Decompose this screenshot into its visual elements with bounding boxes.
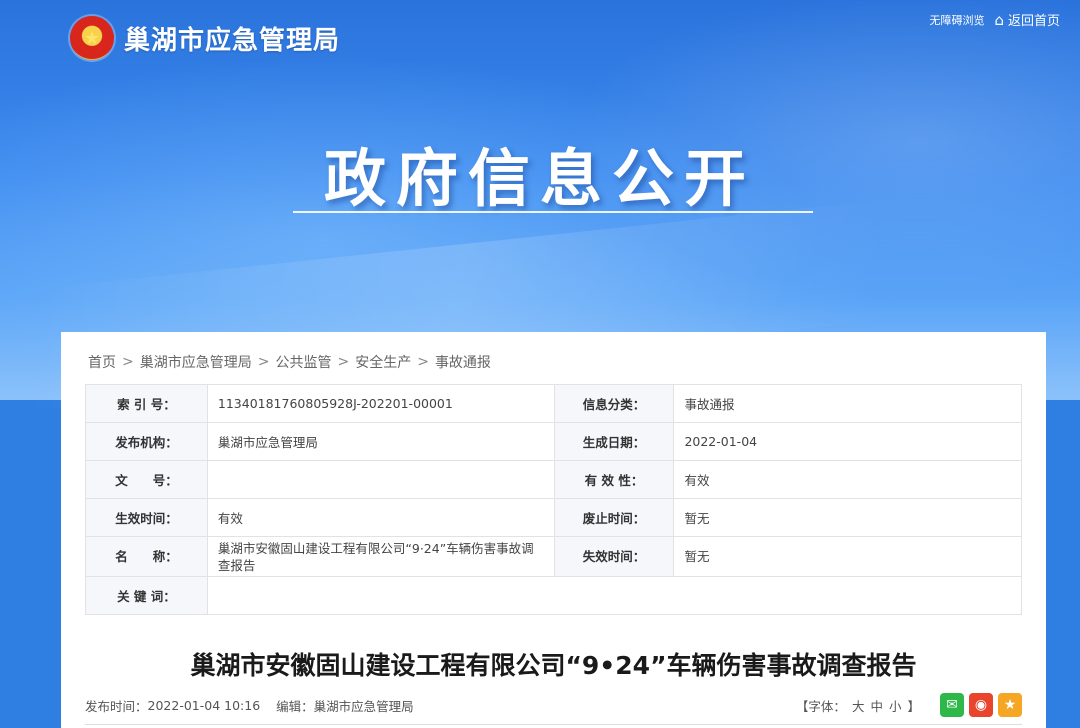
home-icon: ⌂ [994, 10, 1004, 29]
table-row: 文 号： 有 效 性： 有效 [85, 460, 1022, 499]
breadcrumb-bureau[interactable]: 巢湖市应急管理局 [140, 352, 252, 372]
breadcrumb-public-supervision[interactable]: 公共监管 [275, 352, 331, 372]
effective-time-label: 生效时间： [85, 498, 208, 537]
table-row: 名 称： 巢湖市安徽固山建设工程有限公司“9·24”车辆伤害事故调查报告 失效时… [85, 536, 1022, 577]
effective-time-value: 有效 [206, 498, 555, 537]
breadcrumb-accident-report[interactable]: 事故通报 [435, 352, 491, 372]
article-title: 巢湖市安徽固山建设工程有限公司“9•24”车辆伤害事故调查报告 [190, 651, 917, 680]
publisher-value: 巢湖市应急管理局 [206, 422, 555, 461]
font-size-bracket: 】 [907, 698, 920, 714]
publish-time-label: 发布时间： [85, 698, 148, 714]
accessible-browse-link[interactable]: 无障碍浏览 [929, 12, 984, 28]
table-row: 关 键 词： [85, 576, 1023, 615]
title-name-label: 名 称： [85, 536, 208, 577]
index-value: 11340181760805928J-202201-00001 [206, 384, 555, 423]
breadcrumb-separator: > [257, 354, 270, 370]
breadcrumb-separator: > [337, 354, 350, 370]
breadcrumb-separator: > [122, 354, 134, 370]
share-buttons: ✉ ◉ ★ [935, 693, 1022, 717]
keywords-value [206, 576, 1023, 615]
home-link-label: 返回首页 [1007, 14, 1060, 29]
doc-number-value [206, 460, 555, 499]
font-size-control: 【字体： 大 中 小 】 [793, 696, 923, 715]
validity-value: 有效 [673, 460, 1022, 499]
expire-time-value: 暂无 [673, 536, 1022, 577]
table-row: 生效时间： 有效 废止时间： 暂无 [85, 498, 1022, 537]
star-icon[interactable]: ★ [998, 693, 1022, 717]
home-link[interactable]: ⌂ 返回首页 [994, 10, 1060, 30]
breadcrumb: 首页 > 巢湖市应急管理局 > 公共监管 > 安全生产 > 事故通报 [88, 352, 491, 372]
info-metadata-table: 索 引 号： 11340181760805928J-202201-00001 信… [85, 384, 1023, 615]
site-logo[interactable]: ★ 巢湖市应急管理局 [70, 16, 340, 60]
font-small-button[interactable]: 小 [889, 696, 902, 715]
category-value: 事故通报 [673, 384, 1022, 423]
font-large-button[interactable]: 大 [852, 696, 865, 715]
font-medium-button[interactable]: 中 [870, 696, 883, 715]
banner-title: 政府信息公开 [323, 142, 756, 215]
title-name-value: 巢湖市安徽固山建设工程有限公司“9·24”车辆伤害事故调查报告 [206, 536, 555, 577]
breadcrumb-home[interactable]: 首页 [88, 352, 116, 372]
top-links: 无障碍浏览 ⌂ 返回首页 [929, 10, 1060, 30]
validity-label: 有 效 性： [553, 460, 675, 499]
publish-time-value: 2022-01-04 10:16 [147, 697, 261, 713]
created-date-value: 2022-01-04 [673, 422, 1022, 461]
content-panel: 首页 > 巢湖市应急管理局 > 公共监管 > 安全生产 > 事故通报 索 引 号… [61, 332, 1046, 728]
weibo-icon[interactable]: ◉ [969, 693, 993, 717]
abolish-time-label: 废止时间： [553, 498, 675, 537]
keywords-label: 关 键 词： [85, 576, 208, 615]
index-label: 索 引 号： [85, 384, 208, 423]
breadcrumb-safety-production[interactable]: 安全生产 [355, 352, 411, 372]
divider [85, 724, 1022, 725]
category-label: 信息分类： [553, 384, 675, 423]
font-size-label: 【字体： [795, 698, 846, 714]
breadcrumb-separator: > [417, 354, 429, 370]
table-row: 索 引 号： 11340181760805928J-202201-00001 信… [85, 384, 1022, 423]
banner-underline [293, 211, 813, 213]
created-date-label: 生成日期： [553, 422, 675, 461]
editor-value: 巢湖市应急管理局 [313, 698, 414, 714]
editor-label: 编辑： [276, 698, 314, 714]
site-name: 巢湖市应急管理局 [124, 25, 341, 56]
doc-number-label: 文 号： [85, 460, 208, 499]
national-emblem-icon: ★ [70, 16, 114, 60]
expire-time-label: 失效时间： [553, 536, 675, 577]
abolish-time-value: 暂无 [673, 498, 1022, 537]
table-row: 发布机构： 巢湖市应急管理局 生成日期： 2022-01-04 [85, 422, 1022, 461]
article-info-bar: 发布时间： 2022-01-04 10:16 编辑： 巢湖市应急管理局 【字体：… [85, 693, 1022, 717]
publisher-label: 发布机构： [85, 422, 208, 461]
wechat-icon[interactable]: ✉ [940, 693, 964, 717]
